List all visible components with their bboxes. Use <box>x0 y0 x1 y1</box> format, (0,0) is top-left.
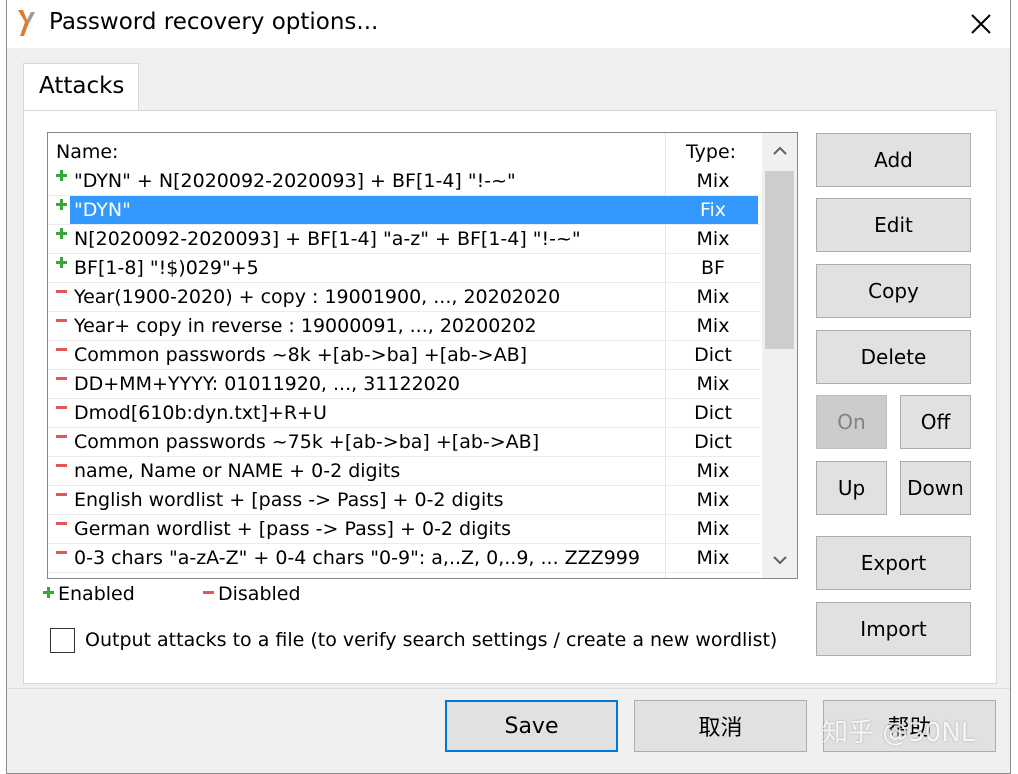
minus-icon <box>56 290 67 293</box>
attack-type: BF <box>665 254 760 283</box>
list-item[interactable]: "DYN" Fix <box>48 196 760 225</box>
list-item[interactable]: Year+ copy in reverse : 19000091, ..., 2… <box>48 312 760 341</box>
output-attacks-checkbox[interactable] <box>50 628 75 653</box>
attack-type: Mix <box>665 225 760 254</box>
attack-name: BF[1-8] "!$)029"+5 <box>74 257 259 279</box>
list-item[interactable]: Common passwords ~8k +[ab->ba] +[ab->AB]… <box>48 341 760 370</box>
footer-divider <box>7 688 1010 689</box>
scroll-down-button[interactable] <box>762 542 797 578</box>
attacks-list[interactable]: Name: Type: "DYN" + N[2020092-2020093] +… <box>47 132 798 579</box>
dialog-window: Password recovery options... Attacks Nam… <box>6 0 1011 774</box>
delete-button[interactable]: Delete <box>816 330 971 384</box>
attack-type: Mix <box>665 312 760 341</box>
minus-icon <box>56 493 67 496</box>
add-button[interactable]: Add <box>816 133 971 187</box>
down-button[interactable]: Down <box>900 461 971 515</box>
attack-type: Dict <box>665 399 760 428</box>
attack-name: "DYN" + N[2020092-2020093] + BF[1-4] "!-… <box>74 170 516 192</box>
attack-name: Dmod[610b:dyn.txt]+R+U <box>74 402 327 424</box>
attack-name: Common passwords ~8k +[ab->ba] +[ab->AB] <box>74 344 528 366</box>
watermark: 知乎 @30NL <box>822 718 976 748</box>
close-button[interactable] <box>964 8 998 40</box>
attack-name: Year+ copy in reverse : 19000091, ..., 2… <box>74 315 537 337</box>
list-header: Name: Type: <box>48 133 760 169</box>
title-bar: Password recovery options... <box>7 0 1010 48</box>
cancel-button[interactable]: 取消 <box>634 700 807 752</box>
output-attacks-label[interactable]: Output attacks to a file (to verify sear… <box>85 629 777 651</box>
export-button[interactable]: Export <box>816 536 971 590</box>
attack-name: English wordlist + [pass -> Pass] + 0-2 … <box>74 489 504 511</box>
attack-name: 0-3 chars "a-zA-Z" + 0-4 chars "0-9": a,… <box>74 547 640 569</box>
attack-name: Year(1900-2020) + copy : 19001900, ..., … <box>74 286 561 308</box>
selection-highlight <box>70 196 758 224</box>
list-item[interactable]: Year(1900-2020) + copy : 19001900, ..., … <box>48 283 760 312</box>
legend-enabled: Enabled <box>43 583 135 605</box>
minus-icon <box>56 551 67 554</box>
list-item[interactable]: German wordlist + [pass -> Pass] + 0-2 d… <box>48 515 760 544</box>
minus-icon <box>56 522 67 525</box>
on-button[interactable]: On <box>816 395 887 449</box>
column-header-type[interactable]: Type: <box>665 133 760 169</box>
scroll-up-button[interactable] <box>762 133 797 169</box>
attack-name: N[2020092-2020093] + BF[1-4] "a-z" + BF[… <box>74 228 581 250</box>
copy-button[interactable]: Copy <box>816 264 971 318</box>
minus-icon <box>203 591 214 594</box>
off-button[interactable]: Off <box>900 395 971 449</box>
attack-name: name, Name or NAME + 0-2 digits <box>74 460 401 482</box>
list-item[interactable]: N[2020092-2020093] + BF[1-4] "a-z" + BF[… <box>48 225 760 254</box>
list-item[interactable]: BF[1-8] "!$)029"+5 BF <box>48 254 760 283</box>
minus-icon <box>56 435 67 438</box>
minus-icon <box>56 464 67 467</box>
list-item[interactable]: Common passwords ~75k +[ab->ba] +[ab->AB… <box>48 428 760 457</box>
plus-icon <box>43 587 54 598</box>
legend-disabled: Disabled <box>203 583 301 605</box>
list-item[interactable]: name, Name or NAME + 0-2 digits Mix <box>48 457 760 486</box>
up-button[interactable]: Up <box>816 461 887 515</box>
plus-icon <box>56 170 67 181</box>
list-item[interactable]: DD+MM+YYYY: 01011920, ..., 31122020 Mix <box>48 370 760 399</box>
list-item[interactable] <box>48 573 760 578</box>
attack-name: DD+MM+YYYY: 01011920, ..., 31122020 <box>74 373 460 395</box>
attack-type: Dict <box>665 428 760 457</box>
attack-type: Mix <box>665 515 760 544</box>
plus-icon <box>56 199 67 210</box>
attack-type: Mix <box>665 544 760 573</box>
minus-icon <box>56 377 67 380</box>
list-item[interactable]: "DYN" + N[2020092-2020093] + BF[1-4] "!-… <box>48 167 760 196</box>
attack-type: Fix <box>665 196 760 225</box>
app-logo-icon <box>18 10 35 36</box>
scroll-thumb[interactable] <box>765 171 794 349</box>
chevron-up-icon <box>772 146 787 155</box>
vertical-scrollbar[interactable] <box>762 133 797 578</box>
attack-type: Mix <box>665 167 760 196</box>
attack-type: Mix <box>665 370 760 399</box>
close-icon <box>971 14 991 34</box>
attack-type: Mix <box>665 457 760 486</box>
minus-icon <box>56 406 67 409</box>
list-item[interactable]: English wordlist + [pass -> Pass] + 0-2 … <box>48 486 760 515</box>
window-title: Password recovery options... <box>49 9 379 35</box>
attack-type: Mix <box>665 486 760 515</box>
plus-icon <box>56 257 67 268</box>
edit-button[interactable]: Edit <box>816 198 971 252</box>
attack-type: Mix <box>665 283 760 312</box>
list-item[interactable]: Dmod[610b:dyn.txt]+R+U Dict <box>48 399 760 428</box>
column-header-name[interactable]: Name: <box>56 141 118 163</box>
chevron-down-icon <box>772 556 787 565</box>
tab-attacks[interactable]: Attacks <box>23 63 139 111</box>
save-button[interactable]: Save <box>445 700 618 752</box>
list-item[interactable]: 0-3 chars "a-zA-Z" + 0-4 chars "0-9": a,… <box>48 544 760 573</box>
minus-icon <box>56 319 67 322</box>
attack-type <box>665 573 760 578</box>
attack-type: Dict <box>665 341 760 370</box>
minus-icon <box>56 348 67 351</box>
import-button[interactable]: Import <box>816 602 971 656</box>
plus-icon <box>56 228 67 239</box>
attack-name: "DYN" <box>74 199 131 221</box>
attack-name: German wordlist + [pass -> Pass] + 0-2 d… <box>74 518 512 540</box>
attack-name: Common passwords ~75k +[ab->ba] +[ab->AB… <box>74 431 540 453</box>
list-rows: "DYN" + N[2020092-2020093] + BF[1-4] "!-… <box>48 167 760 578</box>
